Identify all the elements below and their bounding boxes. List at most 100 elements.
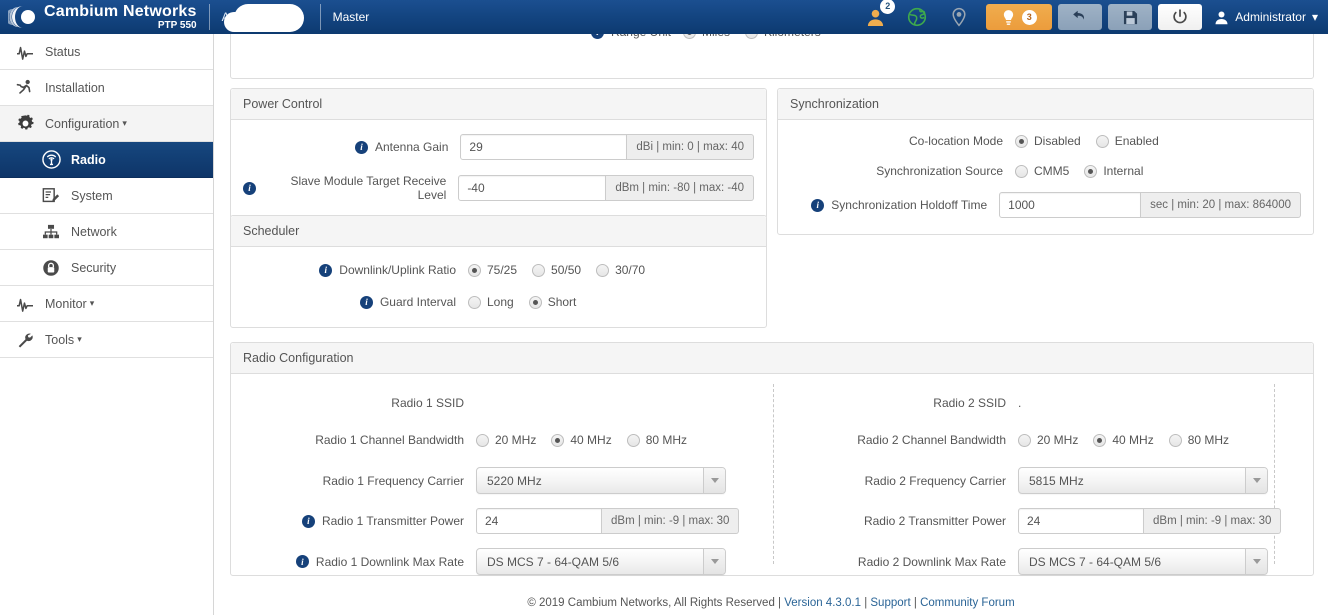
sidebar-item-label: Network [71,224,117,239]
radio1-maxrate-label-block: i Radio 1 Downlink Max Rate [231,555,476,569]
sync-source-option-label: CMM5 [1034,164,1070,178]
radio1-bw-option-40[interactable]: 40 MHz [551,433,612,447]
radio1-maxrate-row: i Radio 1 Downlink Max Rate DS MCS 7 - 6… [231,548,773,575]
radio1-txpower-row: i Radio 1 Transmitter Power 24 dBm | min… [231,508,773,534]
ratio-option-50-50[interactable]: 50/50 [532,263,581,277]
info-icon[interactable]: i [355,140,368,154]
network-icon [40,223,62,241]
radio1-frequency-select[interactable]: 5220 MHz [476,467,726,494]
radio1-maxrate-label: Radio 1 Downlink Max Rate [315,554,464,569]
tips-button[interactable]: 3 [986,4,1053,30]
sidebar-item-system[interactable]: System [0,178,213,214]
sidebar-item-configuration[interactable]: Configuration ▾ [0,106,213,142]
tips-badge: 3 [1021,9,1037,25]
sidebar-item-status[interactable]: Status [0,34,213,70]
colocation-option-disabled[interactable]: Disabled [1015,134,1081,148]
power-button[interactable] [1158,4,1203,30]
sidebar-item-network[interactable]: Network [0,214,213,250]
info-icon[interactable]: i [295,555,309,568]
radio-dot[interactable] [683,34,696,39]
user-alerts-button[interactable]: 2 [866,0,896,27]
radio2-txpower-input[interactable]: 24 [1018,508,1144,534]
range-unit-option-kilometers[interactable]: Kilometers [745,34,821,39]
radio-dot[interactable] [528,295,542,309]
radio2-maxrate-select[interactable]: DS MCS 7 - 64-QAM 5/6 [1018,548,1268,575]
main-content: i Range Unit Miles Kilometers Power Cont… [214,34,1328,615]
radio-dot[interactable] [1015,164,1028,178]
downlink-uplink-ratio-radios: 75/25 50/50 30/70 [468,263,651,277]
radio1-bw-option-80[interactable]: 80 MHz [626,433,687,447]
antenna-gain-input[interactable]: 29 [460,134,628,160]
info-icon[interactable]: i [301,514,315,528]
radio2-maxrate-label: Radio 2 Downlink Max Rate [857,554,1006,569]
sync-source-option-internal[interactable]: Internal [1084,164,1143,178]
radio-dot[interactable] [1015,134,1028,148]
radio2-bw-option-40[interactable]: 40 MHz [1093,433,1154,447]
radio-dot[interactable] [532,263,546,277]
dropdown-button[interactable] [1245,468,1267,493]
chevron-down-icon [1252,559,1261,564]
synchronization-title: Synchronization [778,89,1313,120]
guard-option-long[interactable]: Long [468,295,514,309]
radio1-bw-option-20[interactable]: 20 MHz [476,433,536,447]
radio-dot[interactable] [1168,433,1182,447]
radio-dot[interactable] [1095,134,1109,148]
antenna-gain-units: dBi | min: 0 | max: 40 [627,134,754,160]
sidebar-item-radio[interactable]: Radio [0,142,213,178]
range-unit-row: i Range Unit Miles Kilometers [243,34,1301,39]
radio1-txpower-input-group: 24 dBm | min: -9 | max: 30 [476,508,740,534]
radio-dot[interactable] [1084,164,1098,178]
admin-menu[interactable]: Administrator ▾ [1214,10,1318,25]
info-icon[interactable]: i [243,181,256,195]
sidebar-item-security[interactable]: Security [0,250,213,286]
footer-version-link[interactable]: Version 4.3.0.1 [784,597,861,609]
undo-button[interactable] [1058,4,1103,30]
location-button[interactable] [949,7,969,27]
radio1-maxrate-select[interactable]: DS MCS 7 - 64-QAM 5/6 [476,548,726,575]
radio-dot[interactable] [1018,433,1031,447]
wrench-icon [14,331,36,349]
radio-dot[interactable] [468,263,481,277]
colocation-option-enabled[interactable]: Enabled [1095,134,1159,148]
ratio-option-75-25[interactable]: 75/25 [468,263,517,277]
radio-dot[interactable] [626,433,640,447]
dropdown-button[interactable] [1245,549,1267,574]
brand-logo-block[interactable]: Cambium Networks PTP 550 [0,3,197,31]
range-unit-option-miles[interactable]: Miles [683,34,730,39]
ratio-option-label: 30/70 [615,263,646,277]
radio-dot[interactable] [745,34,759,39]
sidebar-item-installation[interactable]: Installation [0,70,213,106]
radio2-column: Radio 2 SSID . Radio 2 Channel Bandwidth… [773,374,1315,575]
info-icon[interactable]: i [319,263,333,277]
save-button[interactable] [1108,4,1153,30]
radio2-frequency-label-block: Radio 2 Frequency Carrier [773,474,1018,488]
footer-copyright: © 2019 Cambium Networks, All Rights Rese… [527,597,775,609]
slave-rx-level-input[interactable]: -40 [458,175,607,201]
radio2-txpower-label: Radio 2 Transmitter Power [863,514,1006,528]
radio2-frequency-select[interactable]: 5815 MHz [1018,467,1268,494]
radio-dot[interactable] [596,263,610,277]
sidebar-item-monitor[interactable]: Monitor ▾ [0,286,213,322]
save-disk-icon [1123,10,1137,24]
runner-icon [14,79,36,97]
radio-dot[interactable] [551,433,565,447]
sync-holdoff-input[interactable]: 1000 [999,192,1142,218]
radio2-bw-option-80[interactable]: 80 MHz [1168,433,1229,447]
info-icon[interactable]: i [359,295,373,309]
info-icon[interactable]: i [811,198,825,212]
globe-button[interactable] [907,7,927,27]
footer-community-link[interactable]: Community Forum [920,597,1015,609]
ratio-option-30-70[interactable]: 30/70 [596,263,645,277]
sidebar-item-tools[interactable]: Tools ▾ [0,322,213,358]
radio-dot[interactable] [476,433,489,447]
dropdown-button[interactable] [703,549,725,574]
radio2-bw-option-20[interactable]: 20 MHz [1018,433,1078,447]
guard-option-short[interactable]: Short [528,295,576,309]
footer-support-link[interactable]: Support [870,597,910,609]
sync-source-option-cmm5[interactable]: CMM5 [1015,164,1069,178]
info-icon[interactable]: i [590,34,604,39]
radio1-txpower-input[interactable]: 24 [476,508,602,534]
radio-dot[interactable] [468,295,481,309]
radio-dot[interactable] [1093,433,1107,447]
dropdown-button[interactable] [703,468,725,493]
